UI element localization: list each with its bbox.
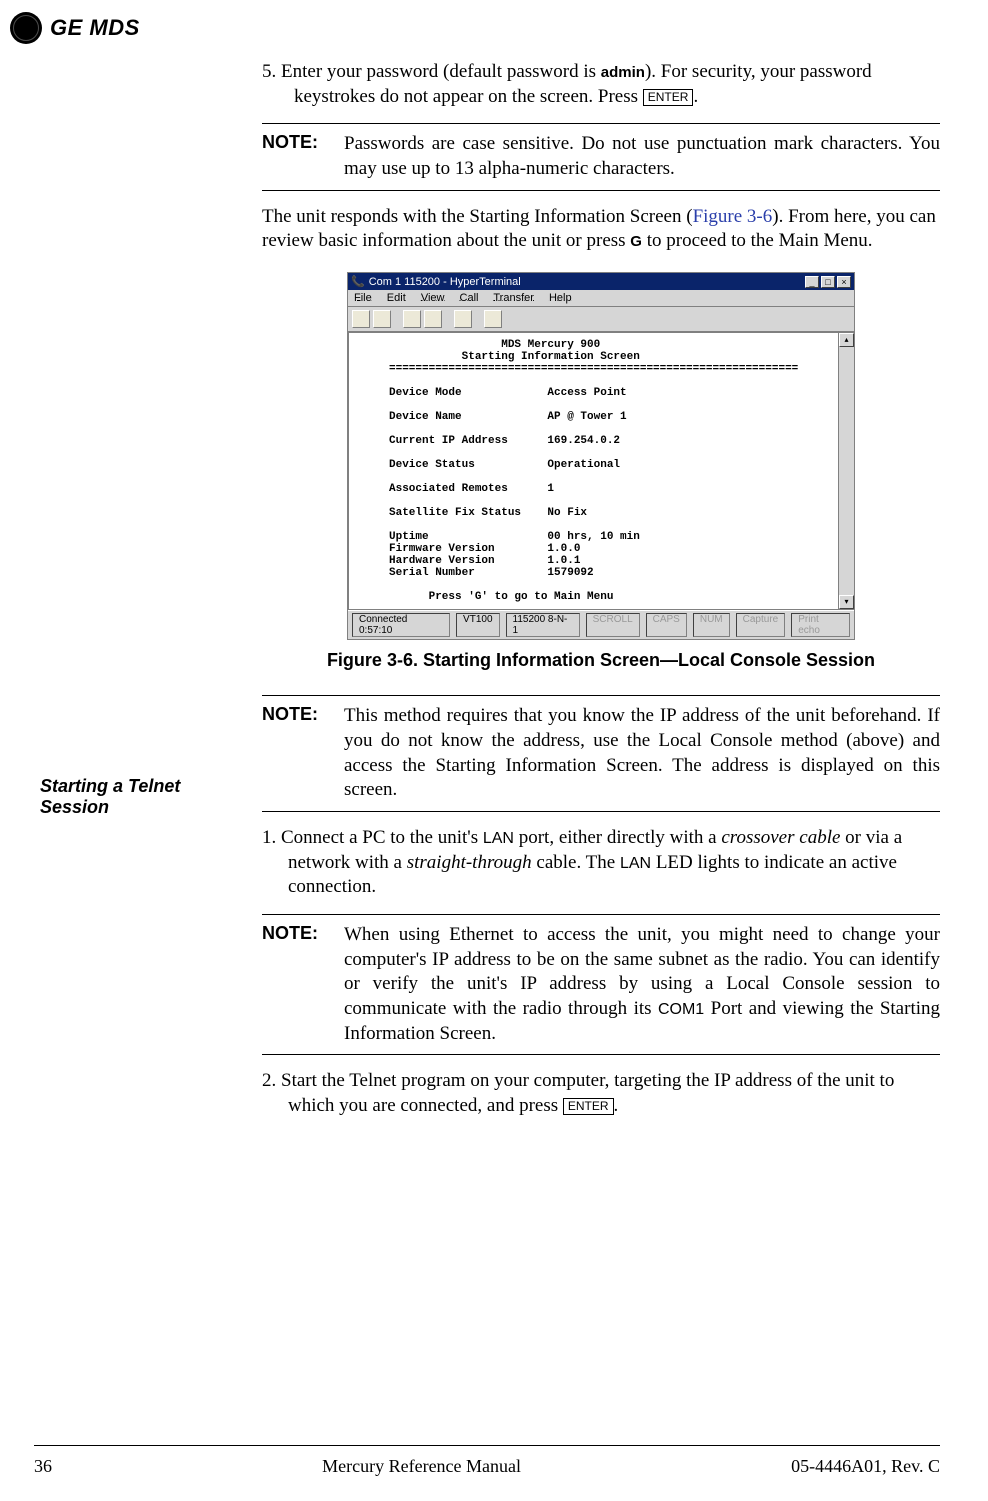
status-bar: Connected 0:57:10 VT100 115200 8-N-1 SCR… xyxy=(348,610,854,639)
minimize-icon[interactable]: _ xyxy=(805,276,819,288)
term-straight-through: straight-through xyxy=(407,852,532,873)
lan-label: LAN xyxy=(483,830,514,847)
figure-3-6: 📞 Com 1 115200 - HyperTerminal _ □ × Fil… xyxy=(262,272,940,640)
status-num: NUM xyxy=(693,613,730,637)
step-1: 1. Connect a PC to the unit's LAN port, … xyxy=(288,826,940,900)
menu-transfer[interactable]: Transfer xyxy=(493,292,534,304)
default-password: admin xyxy=(601,64,645,81)
note-text: Passwords are case sensitive. Do not use… xyxy=(344,132,940,181)
hyperterminal-window: 📞 Com 1 115200 - HyperTerminal _ □ × Fil… xyxy=(347,272,855,640)
menu-view[interactable]: View xyxy=(421,292,445,304)
lan-label: LAN xyxy=(620,855,651,872)
header-logo: GE MDS xyxy=(10,12,140,44)
figure-caption: Figure 3-6. Starting Information Screen—… xyxy=(262,650,940,671)
toolbar-button[interactable] xyxy=(424,310,442,328)
scroll-down-icon[interactable]: ▾ xyxy=(839,595,854,609)
com1-label: COM1 xyxy=(658,1001,704,1018)
text: to proceed to the Main Menu. xyxy=(642,230,873,251)
status-capture: Capture xyxy=(736,613,786,637)
status-baud: 115200 8-N-1 xyxy=(506,613,580,637)
page-footer: 36 Mercury Reference Manual 05-4446A01, … xyxy=(34,1445,940,1477)
toolbar-button[interactable] xyxy=(403,310,421,328)
status-caps: CAPS xyxy=(646,613,687,637)
toolbar xyxy=(348,307,854,332)
text: . xyxy=(693,86,698,107)
menu-edit[interactable]: Edit xyxy=(387,292,406,304)
app-icon: 📞 xyxy=(351,275,365,288)
footer-title: Mercury Reference Manual xyxy=(322,1456,521,1477)
ge-monogram-icon xyxy=(10,12,42,44)
text: Connect a PC to the unit's xyxy=(281,827,483,848)
figure-reference: Figure 3-6 xyxy=(693,206,773,227)
keycap-enter: ENTER xyxy=(563,1098,614,1115)
step-number: 5. xyxy=(262,61,281,82)
main-content: 5. Enter your password (default password… xyxy=(262,60,940,1133)
menu-call[interactable]: Call xyxy=(460,292,479,304)
page-number: 36 xyxy=(34,1456,52,1477)
note-text: When using Ethernet to access the unit, … xyxy=(344,923,940,1046)
menu-help[interactable]: Help xyxy=(549,292,572,304)
window-title: Com 1 115200 - HyperTerminal xyxy=(369,276,521,288)
toolbar-button[interactable] xyxy=(484,310,502,328)
terminal-body: MDS Mercury 900 Starting Information Scr… xyxy=(348,332,854,610)
window-titlebar: 📞 Com 1 115200 - HyperTerminal _ □ × xyxy=(348,273,854,290)
text: Enter your password (default password is xyxy=(281,61,601,82)
brand-text: GE MDS xyxy=(50,15,140,41)
step-5: 5. Enter your password (default password… xyxy=(294,60,940,109)
text: port, either directly with a xyxy=(514,827,721,848)
toolbar-button[interactable] xyxy=(373,310,391,328)
note-ethernet: NOTE: When using Ethernet to access the … xyxy=(262,914,940,1055)
step-number: 1. xyxy=(262,827,281,848)
term-crossover-cable: crossover cable xyxy=(721,827,840,848)
text: . xyxy=(614,1095,619,1116)
status-emulation: VT100 xyxy=(456,613,499,637)
menu-file[interactable]: File xyxy=(354,292,372,304)
status-scroll: SCROLL xyxy=(586,613,640,637)
menu-bar[interactable]: File Edit View Call Transfer Help xyxy=(348,290,854,307)
step-number: 2. xyxy=(262,1070,281,1091)
note-text: This method requires that you know the I… xyxy=(344,704,940,803)
step-2: 2. Start the Telnet program on your comp… xyxy=(288,1069,940,1118)
maximize-icon[interactable]: □ xyxy=(821,276,835,288)
note-label: NOTE: xyxy=(262,704,334,803)
status-printecho: Print echo xyxy=(791,613,850,637)
footer-docnum: 05-4446A01, Rev. C xyxy=(791,1456,940,1477)
note-ip-required: NOTE: This method requires that you know… xyxy=(262,695,940,812)
toolbar-button[interactable] xyxy=(454,310,472,328)
vertical-scrollbar[interactable]: ▴ ▾ xyxy=(838,333,854,609)
note-label: NOTE: xyxy=(262,132,334,181)
note-label: NOTE: xyxy=(262,923,334,1046)
text: cable. The xyxy=(532,852,620,873)
close-icon[interactable]: × xyxy=(837,276,851,288)
status-connected: Connected 0:57:10 xyxy=(352,613,450,637)
text: The unit responds with the Starting Info… xyxy=(262,206,693,227)
key-g: G xyxy=(630,233,642,250)
para-unit-responds: The unit responds with the Starting Info… xyxy=(262,205,940,254)
terminal-output: MDS Mercury 900 Starting Information Scr… xyxy=(349,333,838,609)
keycap-enter: ENTER xyxy=(643,89,694,106)
sidebar-heading-telnet: Starting a Telnet Session xyxy=(40,776,240,817)
note-passwords: NOTE: Passwords are case sensitive. Do n… xyxy=(262,123,940,190)
toolbar-button[interactable] xyxy=(352,310,370,328)
scroll-up-icon[interactable]: ▴ xyxy=(839,333,854,347)
